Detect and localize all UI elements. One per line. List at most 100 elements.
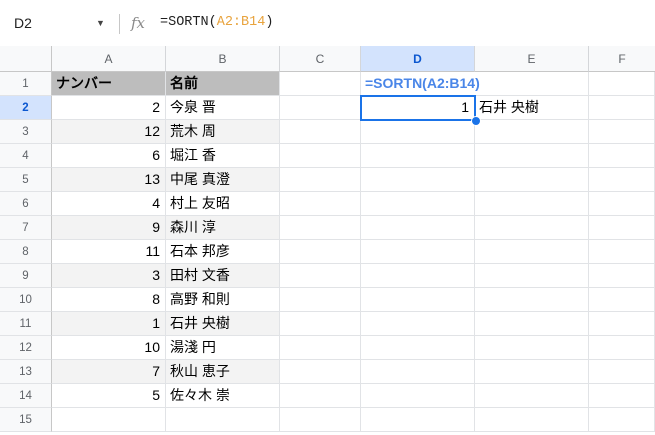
cell-f13[interactable]	[589, 360, 655, 384]
cell-f11[interactable]	[589, 312, 655, 336]
cell-c10[interactable]	[280, 288, 361, 312]
cell-e12[interactable]	[475, 336, 589, 360]
column-header-a[interactable]: A	[52, 46, 166, 72]
row-header-15[interactable]: 15	[0, 408, 52, 432]
cell-a11[interactable]: 1	[52, 312, 166, 336]
cell-a4[interactable]: 6	[52, 144, 166, 168]
cell-a5[interactable]: 13	[52, 168, 166, 192]
cell-f9[interactable]	[589, 264, 655, 288]
column-header-b[interactable]: B	[166, 46, 280, 72]
row-header-3[interactable]: 3	[0, 120, 52, 144]
cell-e15[interactable]	[475, 408, 589, 432]
cell-b4[interactable]: 堀江 香	[166, 144, 280, 168]
row-header-14[interactable]: 14	[0, 384, 52, 408]
cell-d1[interactable]: =SORTN(A2:B14)	[361, 72, 480, 96]
cell-a13[interactable]: 7	[52, 360, 166, 384]
column-header-d[interactable]: D	[361, 46, 475, 72]
cell-f7[interactable]	[589, 216, 655, 240]
cell-e9[interactable]	[475, 264, 589, 288]
row-header-9[interactable]: 9	[0, 264, 52, 288]
cell-c15[interactable]	[280, 408, 361, 432]
cell-a9[interactable]: 3	[52, 264, 166, 288]
cell-c5[interactable]	[280, 168, 361, 192]
cell-e2[interactable]: 石井 央樹	[475, 96, 589, 120]
cell-a6[interactable]: 4	[52, 192, 166, 216]
cell-f2[interactable]	[589, 96, 655, 120]
cell-b8[interactable]: 石本 邦彦	[166, 240, 280, 264]
cell-d12[interactable]	[361, 336, 475, 360]
cell-a12[interactable]: 10	[52, 336, 166, 360]
cell-c11[interactable]	[280, 312, 361, 336]
row-header-5[interactable]: 5	[0, 168, 52, 192]
cell-e14[interactable]	[475, 384, 589, 408]
cell-f1[interactable]	[589, 72, 655, 96]
cell-e1[interactable]	[475, 72, 589, 96]
cell-f6[interactable]	[589, 192, 655, 216]
cell-c14[interactable]	[280, 384, 361, 408]
cell-a8[interactable]: 11	[52, 240, 166, 264]
select-all-corner[interactable]	[0, 46, 52, 72]
cell-e13[interactable]	[475, 360, 589, 384]
row-header-2[interactable]: 2	[0, 96, 52, 120]
cell-b7[interactable]: 森川 淳	[166, 216, 280, 240]
cell-c1[interactable]	[280, 72, 361, 96]
cell-d9[interactable]	[361, 264, 475, 288]
cell-a15[interactable]	[52, 408, 166, 432]
cell-e6[interactable]	[475, 192, 589, 216]
row-header-6[interactable]: 6	[0, 192, 52, 216]
cell-d7[interactable]	[361, 216, 475, 240]
cell-e8[interactable]	[475, 240, 589, 264]
cell-b6[interactable]: 村上 友昭	[166, 192, 280, 216]
cell-e11[interactable]	[475, 312, 589, 336]
cell-d14[interactable]	[361, 384, 475, 408]
cell-c2[interactable]	[280, 96, 361, 120]
cell-e4[interactable]	[475, 144, 589, 168]
column-header-f[interactable]: F	[589, 46, 655, 72]
name-box[interactable]: D2 ▼	[10, 12, 110, 34]
cell-d4[interactable]	[361, 144, 475, 168]
row-header-13[interactable]: 13	[0, 360, 52, 384]
cell-f5[interactable]	[589, 168, 655, 192]
cell-a10[interactable]: 8	[52, 288, 166, 312]
fill-handle[interactable]	[471, 116, 481, 126]
cell-a3[interactable]: 12	[52, 120, 166, 144]
cell-e10[interactable]	[475, 288, 589, 312]
column-header-e[interactable]: E	[475, 46, 589, 72]
cell-f8[interactable]	[589, 240, 655, 264]
column-header-c[interactable]: C	[280, 46, 361, 72]
cell-a1[interactable]: ナンバー	[52, 72, 166, 96]
cell-f10[interactable]	[589, 288, 655, 312]
cell-a14[interactable]: 5	[52, 384, 166, 408]
cell-b11[interactable]: 石井 央樹	[166, 312, 280, 336]
cell-e7[interactable]	[475, 216, 589, 240]
cell-a2[interactable]: 2	[52, 96, 166, 120]
cell-e3[interactable]	[475, 120, 589, 144]
cell-f3[interactable]	[589, 120, 655, 144]
cell-d11[interactable]	[361, 312, 475, 336]
formula-input[interactable]: =SORTN(A2:B14)	[160, 12, 273, 34]
cell-d3[interactable]	[361, 120, 475, 144]
cell-c9[interactable]	[280, 264, 361, 288]
cell-d5[interactable]	[361, 168, 475, 192]
cell-c13[interactable]	[280, 360, 361, 384]
cell-a7[interactable]: 9	[52, 216, 166, 240]
row-header-11[interactable]: 11	[0, 312, 52, 336]
cell-b2[interactable]: 今泉 晋	[166, 96, 280, 120]
cell-c7[interactable]	[280, 216, 361, 240]
cell-c12[interactable]	[280, 336, 361, 360]
cell-f14[interactable]	[589, 384, 655, 408]
row-header-1[interactable]: 1	[0, 72, 52, 96]
cell-d13[interactable]	[361, 360, 475, 384]
row-header-4[interactable]: 4	[0, 144, 52, 168]
cell-d2[interactable]: 1	[361, 96, 475, 120]
cell-e5[interactable]	[475, 168, 589, 192]
row-header-10[interactable]: 10	[0, 288, 52, 312]
cell-d8[interactable]	[361, 240, 475, 264]
cell-b13[interactable]: 秋山 恵子	[166, 360, 280, 384]
cell-f4[interactable]	[589, 144, 655, 168]
cell-b14[interactable]: 佐々木 崇	[166, 384, 280, 408]
cell-b9[interactable]: 田村 文香	[166, 264, 280, 288]
cell-c4[interactable]	[280, 144, 361, 168]
cell-c3[interactable]	[280, 120, 361, 144]
cell-b15[interactable]	[166, 408, 280, 432]
